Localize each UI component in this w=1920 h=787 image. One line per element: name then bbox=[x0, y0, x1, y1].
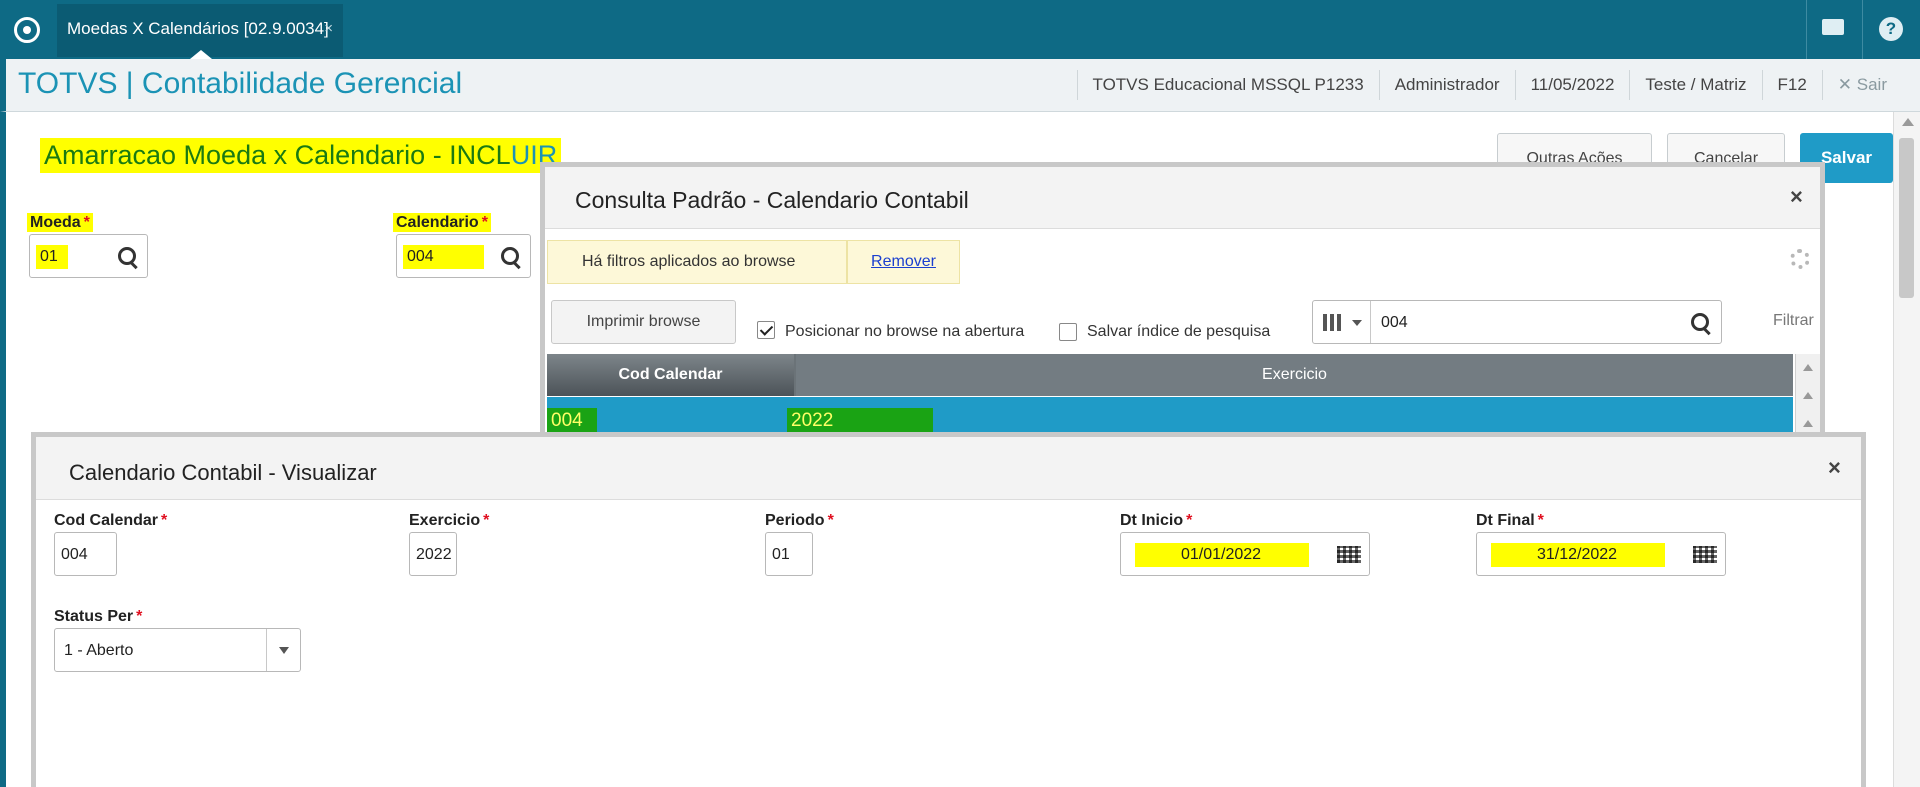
gear-icon[interactable] bbox=[1790, 249, 1810, 269]
exercicio-label: Exercicio * bbox=[409, 512, 490, 529]
cod-calendar-input[interactable]: 004 bbox=[54, 532, 117, 576]
tab-active-caret-icon bbox=[190, 50, 212, 59]
status-per-select[interactable]: 1 - Aberto bbox=[54, 628, 301, 672]
periodo-input[interactable]: 01 bbox=[765, 532, 813, 576]
session-info-bar: TOTVS Educacional MSSQL P1233 Administra… bbox=[1076, 70, 1903, 100]
view-dialog-header: Calendario Contabil - Visualizar × bbox=[36, 437, 1861, 500]
lookup-dialog-title: Consulta Padrão - Calendario Contabil bbox=[575, 187, 969, 213]
print-browse-button[interactable]: Imprimir browse bbox=[551, 300, 736, 344]
close-icon[interactable]: × bbox=[1828, 455, 1841, 481]
save-index-checkbox[interactable] bbox=[1059, 323, 1077, 341]
periodo-label: Periodo * bbox=[765, 512, 834, 529]
f12-button[interactable]: F12 bbox=[1761, 70, 1822, 100]
column-selector[interactable] bbox=[1313, 301, 1371, 343]
calendario-label: Calendario * bbox=[393, 213, 491, 232]
cod-calendar-label: Cod Calendar * bbox=[54, 512, 168, 529]
scroll-page-up-icon[interactable] bbox=[1803, 392, 1813, 399]
column-header-cod[interactable]: Cod Calendar bbox=[547, 354, 794, 396]
topbar-divider bbox=[1806, 0, 1807, 59]
columns-icon bbox=[1323, 314, 1343, 331]
tab-close-icon[interactable]: × bbox=[324, 4, 333, 54]
filter-applied-note: Há filtros aplicados ao browse bbox=[547, 240, 847, 284]
dt-final-label: Dt Final * bbox=[1476, 512, 1544, 529]
scroll-thumb[interactable] bbox=[1899, 138, 1914, 298]
status-per-label: Status Per * bbox=[54, 608, 143, 625]
save-index-label: Salvar índice de pesquisa bbox=[1087, 323, 1271, 340]
mail-icon[interactable] bbox=[1822, 19, 1844, 35]
app-header: TOTVS | Contabilidade Gerencial TOTVS Ed… bbox=[0, 59, 1920, 112]
calendar-icon[interactable] bbox=[1693, 546, 1717, 563]
form-title: Amarracao Moeda x Calendario - INCLUIR bbox=[40, 138, 562, 173]
calendar-icon[interactable] bbox=[1337, 546, 1361, 563]
app-title: TOTVS | Contabilidade Gerencial bbox=[18, 67, 463, 100]
search-input[interactable]: 004 bbox=[1381, 314, 1408, 332]
search-icon[interactable] bbox=[1691, 313, 1711, 333]
date-label: 11/05/2022 bbox=[1514, 70, 1630, 100]
left-edge-bar bbox=[0, 112, 6, 787]
view-dialog-title: Calendario Contabil - Visualizar bbox=[69, 460, 377, 485]
totvs-logo-icon[interactable] bbox=[14, 17, 40, 43]
page-scrollbar[interactable] bbox=[1893, 112, 1920, 787]
branch-label[interactable]: Teste / Matriz bbox=[1629, 70, 1761, 100]
dt-final-input[interactable]: 31/12/2022 bbox=[1476, 532, 1726, 576]
column-header-exercicio[interactable]: Exercicio bbox=[796, 354, 1793, 396]
filter-button[interactable]: Filtrar bbox=[1773, 312, 1814, 330]
scroll-up-icon[interactable] bbox=[1902, 118, 1914, 126]
lookup-dialog-header: Consulta Padrão - Calendario Contabil × bbox=[545, 167, 1820, 229]
scroll-up-icon[interactable] bbox=[1803, 420, 1813, 427]
lookup-dialog: Consulta Padrão - Calendario Contabil × … bbox=[540, 162, 1825, 454]
environment-label: TOTVS Educacional MSSQL P1233 bbox=[1076, 70, 1379, 100]
topbar-divider bbox=[1862, 0, 1863, 59]
grid-header: Cod Calendar Exercicio bbox=[547, 354, 1793, 396]
tab-moedas-calendarios[interactable]: Moedas X Calendários [02.9.0034] × bbox=[57, 4, 343, 59]
dt-inicio-label: Dt Inicio * bbox=[1120, 512, 1193, 529]
close-icon[interactable]: × bbox=[1790, 184, 1803, 210]
search-icon[interactable] bbox=[118, 247, 138, 267]
chevron-down-icon bbox=[1352, 320, 1362, 326]
top-bar: Moedas X Calendários [02.9.0034] × ? bbox=[0, 0, 1920, 59]
chevron-down-icon[interactable] bbox=[266, 629, 300, 671]
help-icon[interactable]: ? bbox=[1879, 17, 1903, 41]
moeda-label: Moeda * bbox=[27, 213, 93, 232]
dt-inicio-input[interactable]: 01/01/2022 bbox=[1120, 532, 1370, 576]
calendar-view-dialog: Calendario Contabil - Visualizar × Cod C… bbox=[31, 432, 1866, 787]
browse-search-box[interactable]: 004 bbox=[1312, 300, 1722, 344]
tab-label: Moedas X Calendários [02.9.0034] bbox=[67, 19, 329, 38]
search-icon[interactable] bbox=[501, 247, 521, 267]
remove-filter-link[interactable]: Remover bbox=[847, 240, 960, 284]
scroll-top-icon[interactable] bbox=[1803, 364, 1813, 371]
position-browse-label: Posicionar no browse na abertura bbox=[785, 323, 1025, 340]
position-browse-checkbox[interactable] bbox=[757, 321, 775, 339]
calendario-input[interactable]: 004 bbox=[396, 234, 531, 278]
user-label: Administrador bbox=[1378, 70, 1515, 100]
exit-button[interactable]: ✕ Sair bbox=[1821, 70, 1902, 100]
moeda-input[interactable]: 01 bbox=[29, 234, 148, 278]
exercicio-input[interactable]: 2022 bbox=[409, 532, 457, 576]
